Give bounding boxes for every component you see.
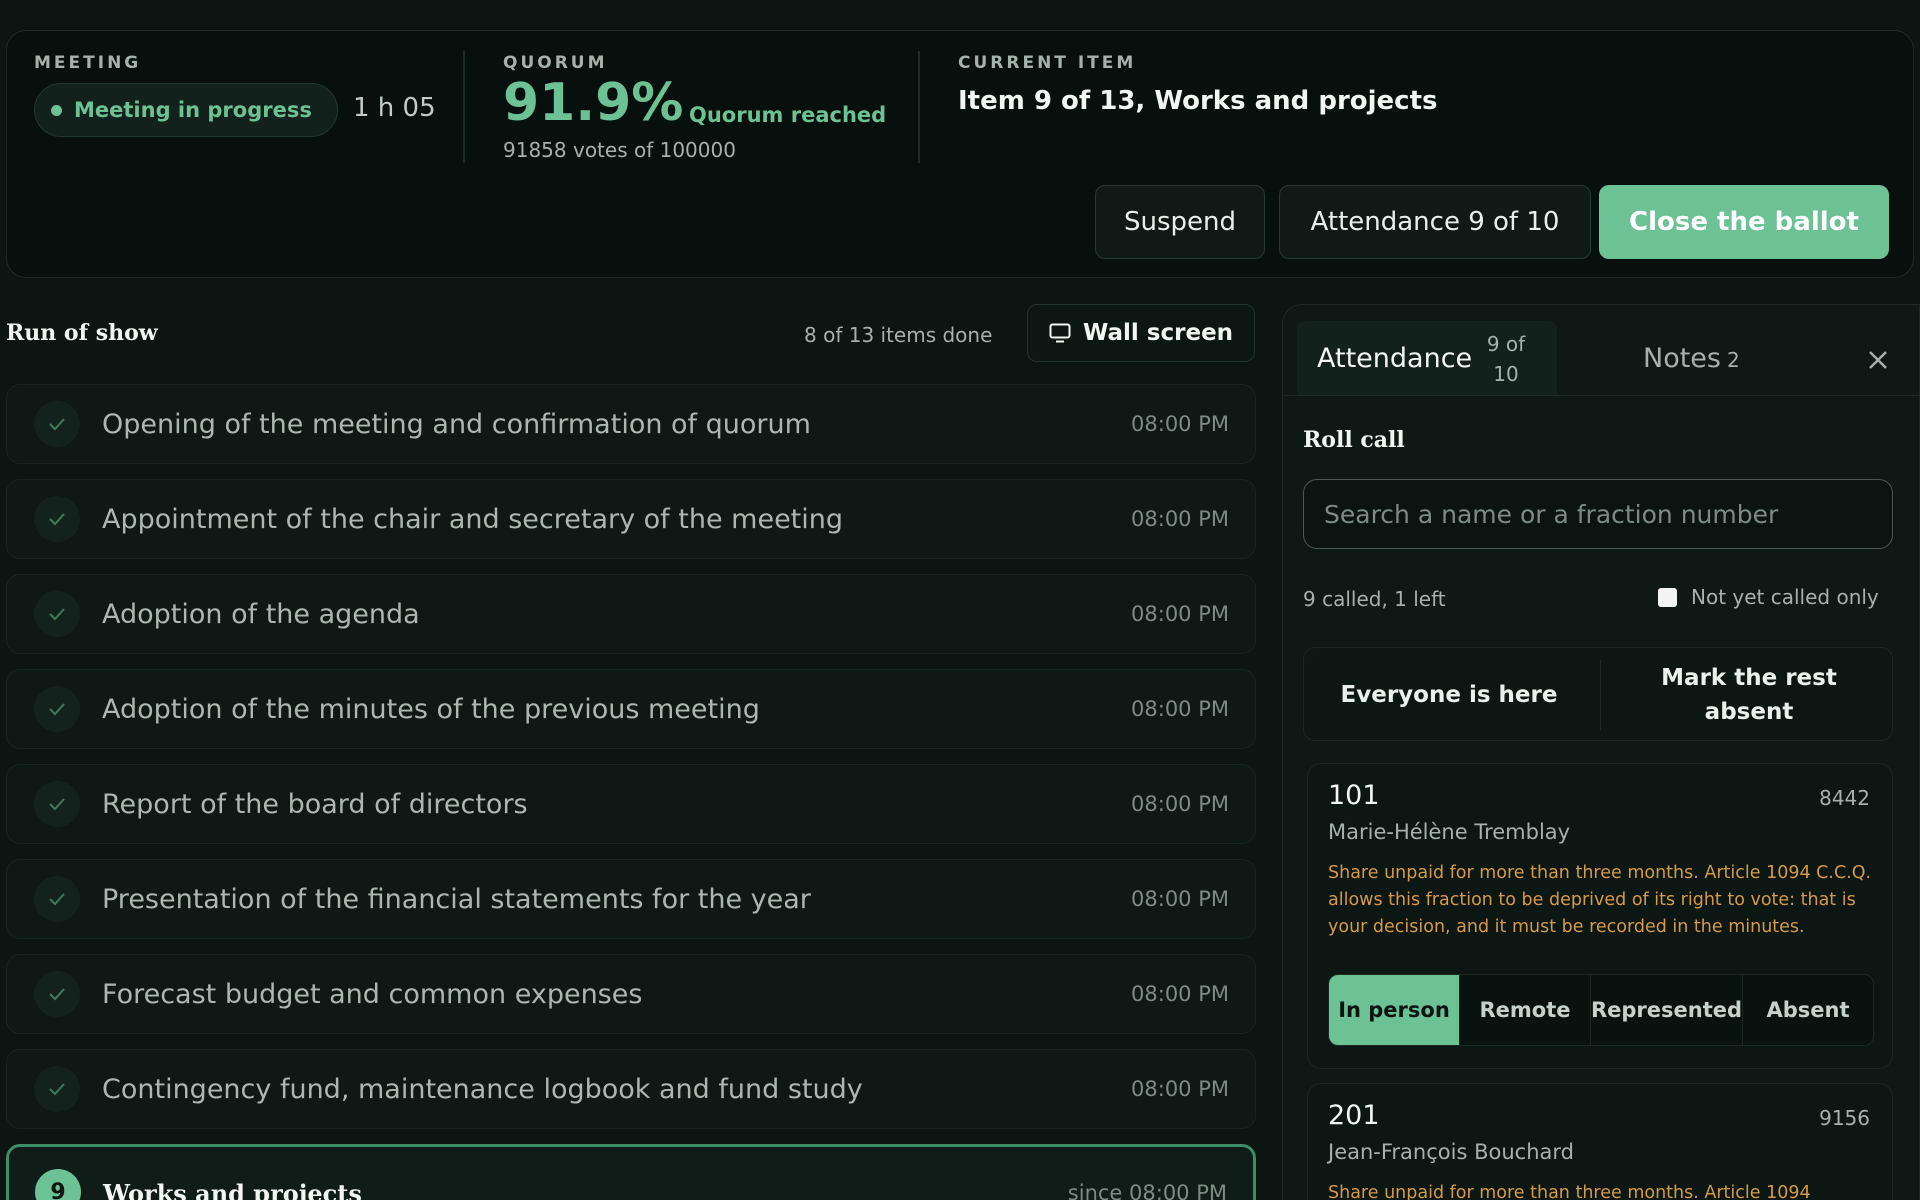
filter-checkbox[interactable] (1658, 587, 1677, 607)
tab-attendance[interactable]: Attendance 9 of 10 (1297, 321, 1557, 395)
agenda-item-time: 08:00 PM (1131, 792, 1229, 816)
not-yet-called-filter[interactable]: Not yet called only (1658, 585, 1879, 609)
divider (463, 51, 465, 163)
check-icon (34, 781, 80, 827)
check-icon (34, 591, 80, 637)
attendance-button[interactable]: Attendance 9 of 10 (1279, 185, 1591, 259)
wall-screen-button[interactable]: Wall screen (1027, 304, 1255, 362)
meeting-label: MEETING (34, 53, 142, 73)
agenda-item-active[interactable]: 9 Works and projects since 08:00 PM (6, 1144, 1256, 1200)
attendance-panel: Attendance 9 of 10 Notes2 Roll call 9 ca… (1282, 304, 1920, 1200)
agenda-item-time: 08:00 PM (1131, 1077, 1229, 1101)
owner-name: Jean-François Bouchard (1328, 1140, 1574, 1164)
tab-attendance-count: 9 of 10 (1486, 332, 1526, 386)
agenda-item[interactable]: Contingency fund, maintenance logbook an… (6, 1049, 1256, 1129)
elapsed-time: 1 h 05 (353, 93, 436, 123)
quorum-percent: 91.9% (503, 73, 684, 133)
agenda-item[interactable]: Adoption of the minutes of the previous … (6, 669, 1256, 749)
panel-tabs: Attendance 9 of 10 Notes 2 (1297, 321, 1887, 395)
agenda-item[interactable]: Opening of the meeting and confirmation … (6, 384, 1256, 464)
agenda-item-title: Appointment of the chair and secretary o… (102, 503, 844, 535)
agenda-item-time: 08:00 PM (1131, 412, 1229, 436)
check-icon (34, 876, 80, 922)
close-ballot-button[interactable]: Close the ballot (1599, 185, 1889, 259)
agenda-item-title: Adoption of the minutes of the previous … (102, 693, 760, 725)
mark-rest-absent-label: Mark the rest absent (1661, 665, 1837, 725)
wall-screen-label: Wall screen (1082, 320, 1234, 346)
divider (1600, 660, 1601, 730)
agenda-item-title: Forecast budget and common expenses (102, 978, 643, 1010)
agenda-item[interactable]: Forecast budget and common expenses 08:0… (6, 954, 1256, 1034)
meeting-status-bar: MEETING Meeting in progress 1 h 05 QUORU… (6, 30, 1914, 278)
agenda-item-title: Contingency fund, maintenance logbook an… (102, 1073, 863, 1105)
quorum-votes: 91858 votes of 100000 (503, 138, 736, 162)
fraction-number: 201 (1328, 1100, 1380, 1131)
tab-notes-count: 2 (1726, 348, 1740, 372)
owner-name: Marie-Hélène Tremblay (1328, 820, 1571, 844)
mode-in-person[interactable]: In person (1329, 975, 1460, 1045)
mark-rest-absent-button[interactable]: Mark the rest absent (1604, 648, 1894, 742)
mode-represented[interactable]: Represented (1591, 975, 1744, 1045)
mode-remote[interactable]: Remote (1460, 975, 1591, 1045)
agenda-item-time: 08:00 PM (1131, 697, 1229, 721)
tab-attendance-label: Attendance (1317, 343, 1473, 374)
agenda-item-time: 08:00 PM (1131, 602, 1229, 626)
agenda-item-title: Opening of the meeting and confirmation … (102, 408, 811, 440)
quorum-label: QUORUM (503, 53, 608, 73)
agenda-item-time: 08:00 PM (1131, 507, 1229, 531)
mode-absent[interactable]: Absent (1743, 975, 1873, 1045)
unpaid-warning: Share unpaid for more than three months.… (1328, 863, 1872, 937)
roll-call-title: Roll call (1303, 427, 1405, 453)
fraction-number: 101 (1328, 780, 1380, 811)
attendance-mode-selector: In person Remote Represented Absent (1328, 974, 1874, 1046)
quorum-status: Quorum reached (689, 103, 887, 127)
agenda-item[interactable]: Appointment of the chair and secretary o… (6, 479, 1256, 559)
agenda-item[interactable]: Presentation of the financial statements… (6, 859, 1256, 939)
close-icon[interactable] (1867, 349, 1889, 371)
agenda-item-time: 08:00 PM (1131, 887, 1229, 911)
filter-label: Not yet called only (1691, 585, 1879, 609)
fraction-shares: 9156 (1819, 1106, 1870, 1130)
divider (918, 51, 920, 163)
agenda-item[interactable]: Adoption of the agenda 08:00 PM (6, 574, 1256, 654)
meeting-status-badge: Meeting in progress (34, 83, 338, 137)
suspend-button[interactable]: Suspend (1095, 185, 1265, 259)
agenda-item-time: 08:00 PM (1131, 982, 1229, 1006)
status-dot-icon (51, 104, 62, 116)
run-of-show-progress: 8 of 13 items done (804, 323, 993, 347)
monitor-icon (1049, 323, 1071, 343)
bulk-actions: Everyone is here Mark the rest absent (1303, 647, 1893, 741)
agenda-item-number: 9 (35, 1169, 81, 1200)
fraction-shares: 8442 (1819, 786, 1870, 810)
current-item-label: CURRENT ITEM (958, 53, 1137, 73)
attendee-card: 201 9156 Jean-François Bouchard Share un… (1307, 1083, 1893, 1200)
agenda-item-title: Adoption of the agenda (102, 598, 420, 630)
unpaid-warning: Share unpaid for more than three months.… (1328, 1183, 1811, 1200)
agenda-list: Opening of the meeting and confirmation … (6, 384, 1256, 1200)
agenda-item-title: Works and projects (103, 1179, 362, 1200)
check-icon (34, 401, 80, 447)
meeting-status-text: Meeting in progress (74, 98, 312, 122)
current-item-title: Item 9 of 13, Works and projects (958, 86, 1438, 116)
tab-notes-label: Notes (1643, 343, 1721, 374)
check-icon (34, 1066, 80, 1112)
agenda-item-title: Report of the board of directors (102, 788, 528, 820)
check-icon (34, 496, 80, 542)
run-of-show-title: Run of show (6, 320, 158, 346)
check-icon (34, 686, 80, 732)
tab-divider (1283, 395, 1920, 396)
agenda-item[interactable]: Report of the board of directors 08:00 P… (6, 764, 1256, 844)
tab-notes[interactable]: Notes 2 (1643, 343, 1740, 374)
check-icon (34, 971, 80, 1017)
attendee-card: 101 8442 Marie-Hélène Tremblay Share unp… (1307, 763, 1893, 1069)
search-input[interactable] (1303, 479, 1893, 549)
everyone-here-button[interactable]: Everyone is here (1304, 648, 1594, 742)
called-summary: 9 called, 1 left (1303, 587, 1446, 611)
agenda-item-time: since 08:00 PM (1067, 1181, 1227, 1200)
agenda-item-title: Presentation of the financial statements… (102, 883, 811, 915)
